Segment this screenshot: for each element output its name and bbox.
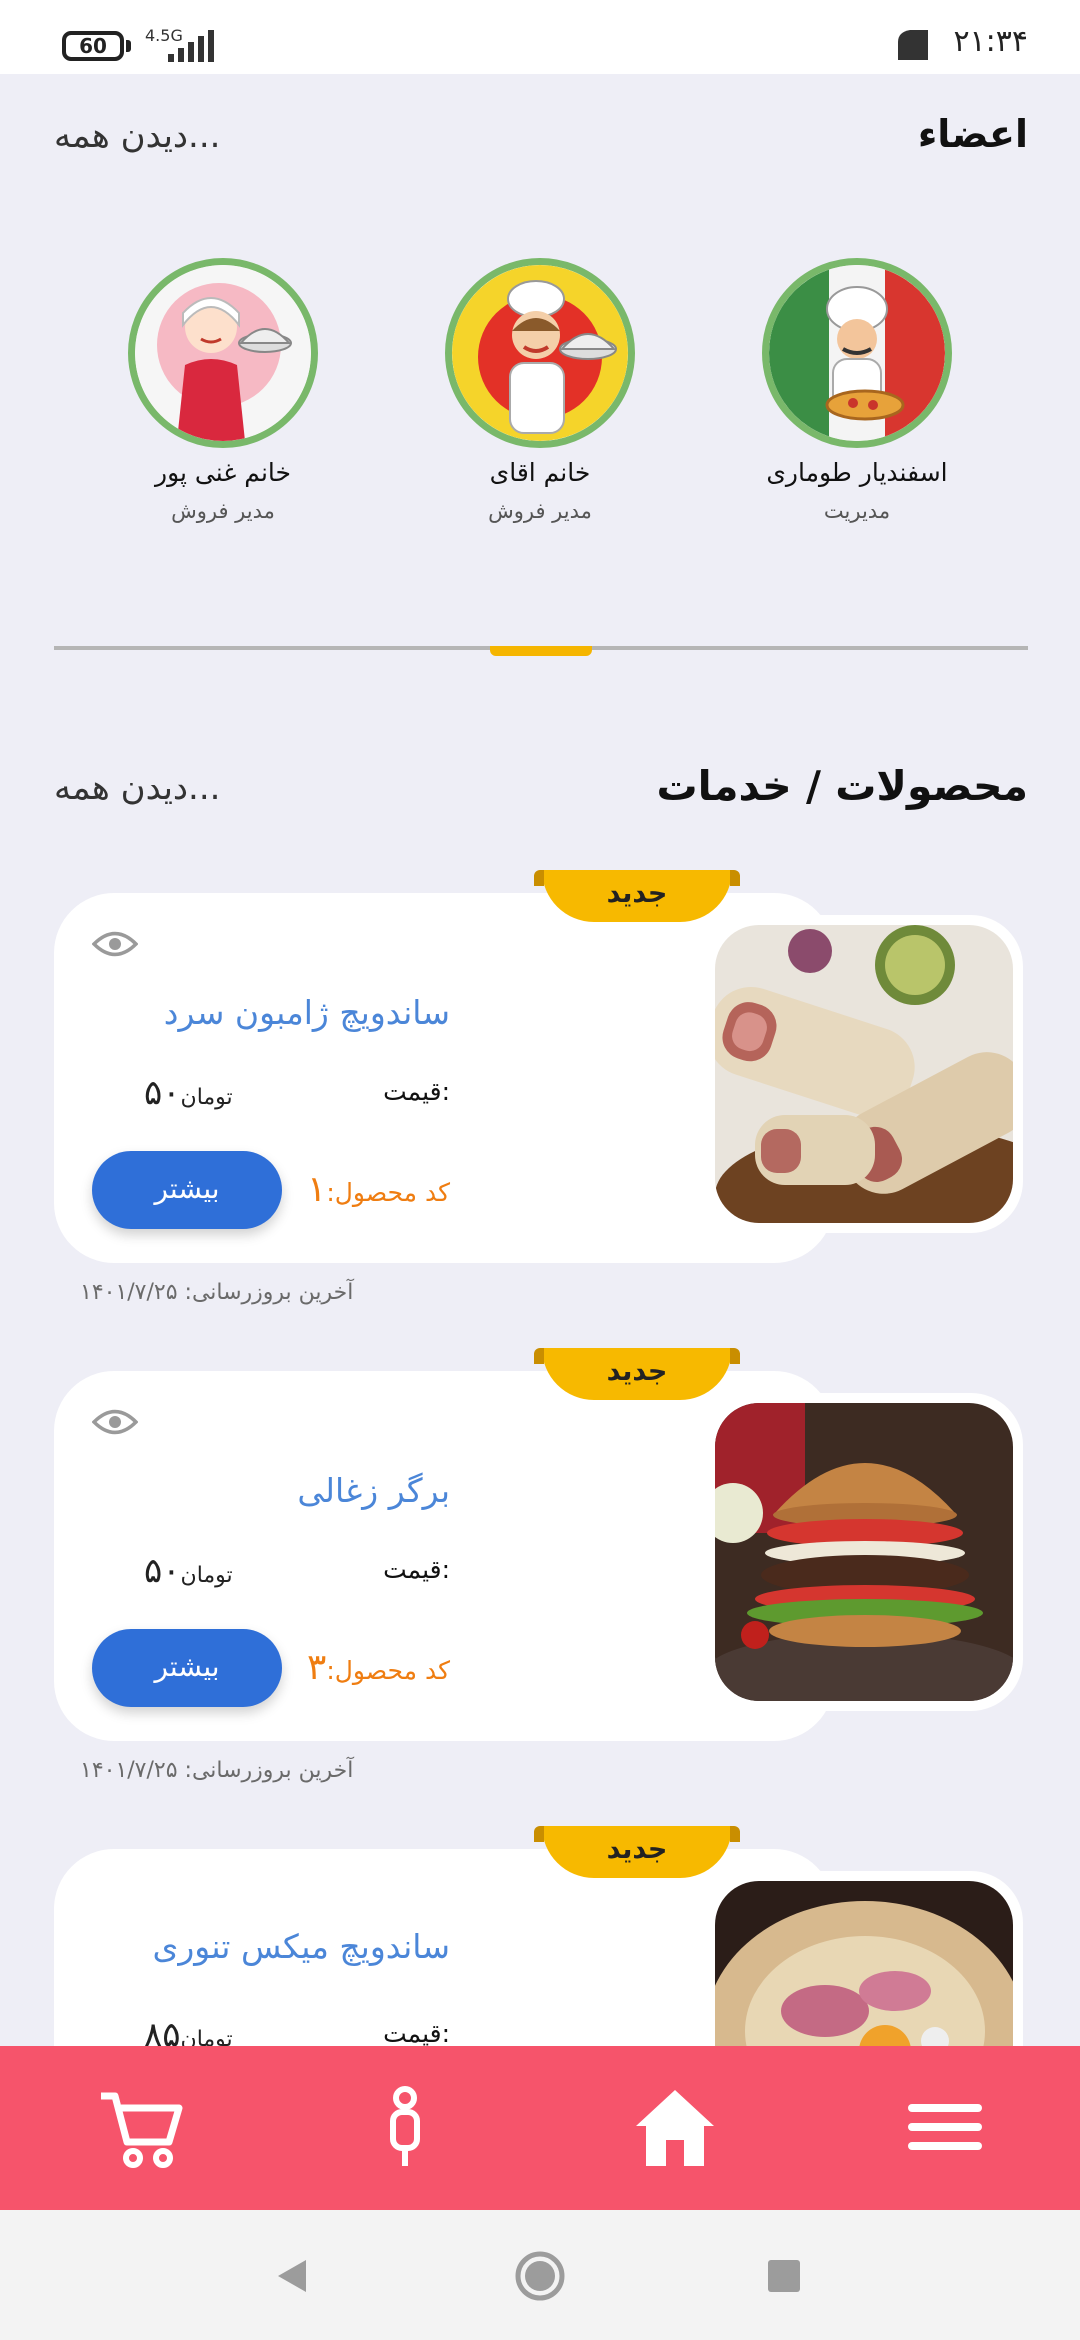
member-name: خانم غنی پور <box>155 458 291 487</box>
home-system-icon[interactable] <box>514 2250 566 2302</box>
cart-icon[interactable] <box>95 2082 185 2172</box>
product-name: ساندویچ میکس تنوری <box>152 1927 451 1966</box>
price-label: قیمت: <box>383 1555 450 1584</box>
battery-tip <box>126 40 131 52</box>
code-label: کد محصول: <box>326 1656 450 1685</box>
system-navigation-bar <box>0 2210 1080 2340</box>
price-value: تومان۵۰ <box>144 1073 233 1113</box>
product-code: کد محصول:۱ <box>307 1169 450 1210</box>
member-name: خانم اقای <box>489 458 591 487</box>
status-bar: 60 4.5G ۲۱:۳۴ <box>0 0 1080 74</box>
price-number: ۵۰ <box>144 1551 181 1591</box>
product-code: کد محصول:۳ <box>307 1647 450 1688</box>
member-name: اسفندیار طوماری <box>766 458 948 487</box>
member-role: مدیر فروش <box>171 499 275 523</box>
wrap-sandwich-photo <box>715 925 1013 1223</box>
battery-indicator: 60 <box>62 31 124 61</box>
burger-photo <box>715 1403 1013 1701</box>
currency: تومان <box>180 1563 233 1588</box>
last-updated: آخرین بروزرسانی: ۱۴۰۱/۷/۲۵ <box>80 1758 354 1783</box>
member-card-3[interactable]: خانم غنی پور مدیر فروش <box>78 258 368 523</box>
price-value: تومان۵۰ <box>144 1551 233 1591</box>
product-image-frame[interactable] <box>705 1393 1023 1711</box>
currency: تومان <box>180 1085 233 1110</box>
products-title: محصولات / خدمات <box>656 762 1028 810</box>
price-label: قیمت: <box>383 2019 450 2048</box>
carousel-indicator[interactable] <box>490 646 592 656</box>
clock: ۲۱:۳۴ <box>953 24 1028 59</box>
member-role: مدیریت <box>823 499 891 523</box>
home-icon[interactable] <box>630 2082 720 2172</box>
new-badge: جدید <box>534 1348 740 1400</box>
products-see-all-link[interactable]: دیدن همه... <box>54 768 220 808</box>
code-label: کد محصول: <box>326 1178 450 1207</box>
member-card-1[interactable]: اسفندیار طوماری مدیریت <box>712 258 1002 523</box>
new-badge: جدید <box>534 870 740 922</box>
recents-icon[interactable] <box>766 2258 802 2294</box>
last-updated: آخرین بروزرسانی: ۱۴۰۱/۷/۲۵ <box>80 1280 354 1305</box>
eye-icon[interactable] <box>92 929 138 959</box>
alarm-icon <box>898 30 928 60</box>
code-value: ۱ <box>306 1169 327 1210</box>
eye-icon[interactable] <box>92 1407 138 1437</box>
members-title: اعضاء <box>917 112 1028 156</box>
profile-icon[interactable] <box>360 2082 450 2172</box>
more-button[interactable]: بیشتر <box>92 1629 282 1707</box>
waitress-avatar <box>128 258 318 448</box>
female-chef-avatar <box>445 258 635 448</box>
more-button[interactable]: بیشتر <box>92 1151 282 1229</box>
product-name: برگر زغالی <box>297 1471 450 1510</box>
chef-pizza-avatar <box>762 258 952 448</box>
product-name: ساندویچ ژامبون سرد <box>163 993 450 1032</box>
bottom-navigation <box>0 2046 1080 2210</box>
new-badge: جدید <box>534 1826 740 1878</box>
code-value: ۳ <box>306 1647 327 1688</box>
network-type: 4.5G <box>145 26 183 45</box>
price-number: ۵۰ <box>144 1073 181 1113</box>
member-role: مدیر فروش <box>488 499 592 523</box>
member-card-2[interactable]: خانم اقای مدیر فروش <box>395 258 685 523</box>
product-image-frame[interactable] <box>705 915 1023 1233</box>
menu-icon[interactable] <box>900 2082 990 2172</box>
members-see-all-link[interactable]: دیدن همه... <box>54 116 220 156</box>
back-icon[interactable] <box>272 2256 312 2296</box>
price-label: قیمت: <box>383 1077 450 1106</box>
